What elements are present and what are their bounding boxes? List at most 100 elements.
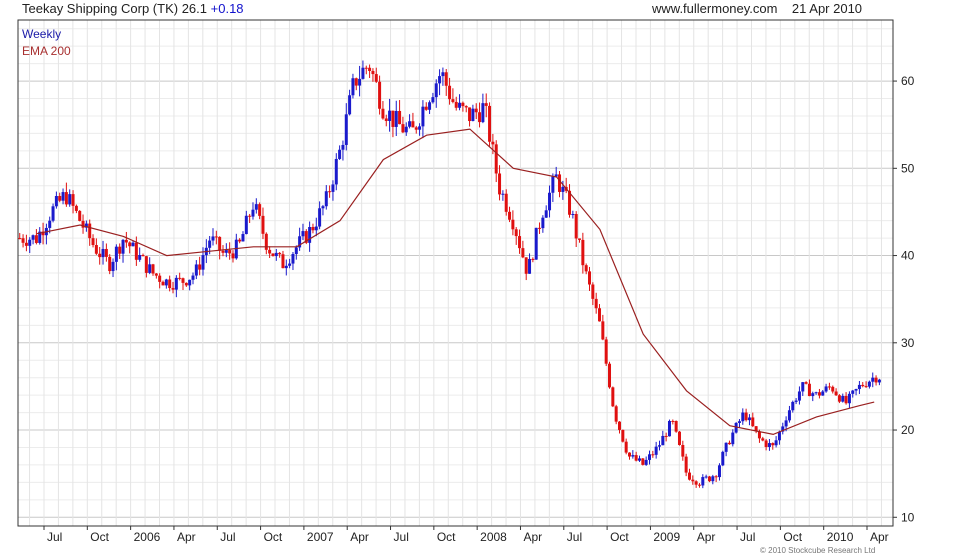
weekly-bar-body — [864, 386, 868, 388]
weekly-bar-body — [701, 477, 705, 486]
weekly-bar-body — [421, 106, 425, 127]
x-tick-label: Apr — [870, 530, 889, 544]
weekly-bar-body — [258, 204, 262, 216]
weekly-bar-body — [854, 389, 858, 391]
weekly-bar-body — [531, 258, 535, 260]
weekly-bar-body — [458, 102, 462, 108]
weekly-bar-body — [281, 254, 285, 269]
weekly-bar-body — [424, 106, 428, 110]
weekly-bar-body — [691, 479, 695, 482]
weekly-bar-body — [441, 72, 445, 77]
weekly-bar-body — [201, 255, 205, 270]
weekly-bar-body — [614, 406, 618, 422]
weekly-bar-body — [24, 242, 28, 246]
weekly-bar-body — [214, 236, 218, 238]
weekly-bar-body — [291, 254, 295, 264]
weekly-bar-body — [737, 421, 741, 423]
weekly-bar-body — [797, 391, 801, 401]
weekly-bar-body — [74, 205, 78, 211]
x-tick-label: 2009 — [653, 530, 680, 544]
weekly-bar-body — [444, 72, 448, 86]
weekly-bar-body — [511, 219, 515, 230]
weekly-bar-body — [371, 70, 375, 75]
x-tick-label: Apr — [697, 530, 716, 544]
weekly-bar-body — [857, 384, 861, 390]
weekly-bar-body — [138, 255, 142, 260]
weekly-bar-body — [571, 214, 575, 216]
weekly-bar-body — [34, 235, 38, 243]
weekly-bar-body — [794, 400, 798, 402]
weekly-bar-body — [468, 107, 472, 122]
weekly-bar-body — [621, 429, 625, 442]
weekly-bar-body — [461, 102, 465, 107]
weekly-bar-body — [404, 126, 408, 133]
x-tick-label: Oct — [783, 530, 802, 544]
weekly-bar-body — [114, 246, 118, 262]
weekly-bar-body — [428, 102, 432, 110]
weekly-bar-body — [154, 273, 158, 276]
weekly-bar-body — [814, 392, 818, 394]
y-tick-label: 20 — [901, 423, 915, 437]
weekly-bar-body — [721, 451, 725, 466]
weekly-bar-body — [767, 443, 771, 447]
weekly-bar-body — [548, 192, 552, 211]
weekly-bar-body — [827, 386, 831, 388]
weekly-bar-body — [657, 445, 661, 447]
weekly-bar-body — [787, 410, 791, 421]
weekly-bar-body — [221, 250, 225, 253]
weekly-bar-body — [707, 476, 711, 482]
x-tick-label: Jul — [567, 530, 582, 544]
weekly-bar-body — [687, 472, 691, 480]
weekly-bar-body — [558, 174, 562, 192]
weekly-bar-body — [464, 106, 468, 108]
weekly-bar-body — [301, 231, 305, 237]
legend-weekly: Weekly — [22, 27, 62, 41]
weekly-bar-body — [861, 384, 865, 387]
weekly-bar-body — [108, 256, 112, 272]
weekly-bar-body — [561, 186, 565, 192]
weekly-bar-body — [351, 78, 355, 96]
weekly-bar-body — [508, 211, 512, 220]
weekly-bar-body — [667, 420, 671, 437]
weekly-bar-body — [274, 252, 278, 257]
weekly-bar-body — [161, 281, 165, 286]
weekly-bar-body — [61, 192, 65, 201]
weekly-bar-body — [238, 239, 242, 242]
weekly-bar-body — [834, 391, 838, 396]
weekly-bar-body — [314, 226, 318, 231]
weekly-bar-body — [654, 446, 658, 455]
weekly-bar-body — [608, 363, 612, 388]
weekly-bar-body — [877, 379, 881, 383]
weekly-bar-body — [328, 191, 332, 193]
weekly-bar-body — [384, 118, 388, 121]
weekly-bar-body — [601, 321, 605, 340]
weekly-bar-body — [684, 456, 688, 473]
weekly-bar-body — [91, 238, 95, 246]
weekly-bar-body — [131, 242, 135, 247]
weekly-bar-body — [807, 383, 811, 397]
weekly-bar-body — [134, 242, 138, 260]
weekly-bar-body — [194, 264, 198, 276]
x-tick-label: Apr — [177, 530, 196, 544]
weekly-bar-body — [674, 420, 678, 432]
weekly-bar-body — [874, 377, 878, 383]
y-tick-label: 50 — [901, 161, 915, 175]
weekly-bar-body — [354, 78, 358, 86]
x-tick-label: Oct — [610, 530, 629, 544]
weekly-bar-body — [338, 149, 342, 159]
weekly-bar-body — [71, 194, 75, 206]
weekly-bar-body — [398, 110, 402, 125]
weekly-bar-body — [544, 210, 548, 218]
weekly-bar-body — [191, 275, 195, 280]
weekly-bar-body — [821, 391, 825, 396]
weekly-bar-body — [681, 444, 685, 457]
weekly-bar-body — [711, 476, 715, 482]
weekly-bar-body — [448, 85, 452, 100]
weekly-bar-body — [867, 381, 871, 387]
weekly-bar-body — [454, 101, 458, 108]
weekly-bar-body — [401, 124, 405, 133]
weekly-bar-body — [504, 193, 508, 212]
weekly-bar-body — [211, 236, 215, 241]
weekly-bar-body — [521, 248, 525, 258]
weekly-bar-body — [434, 83, 438, 98]
